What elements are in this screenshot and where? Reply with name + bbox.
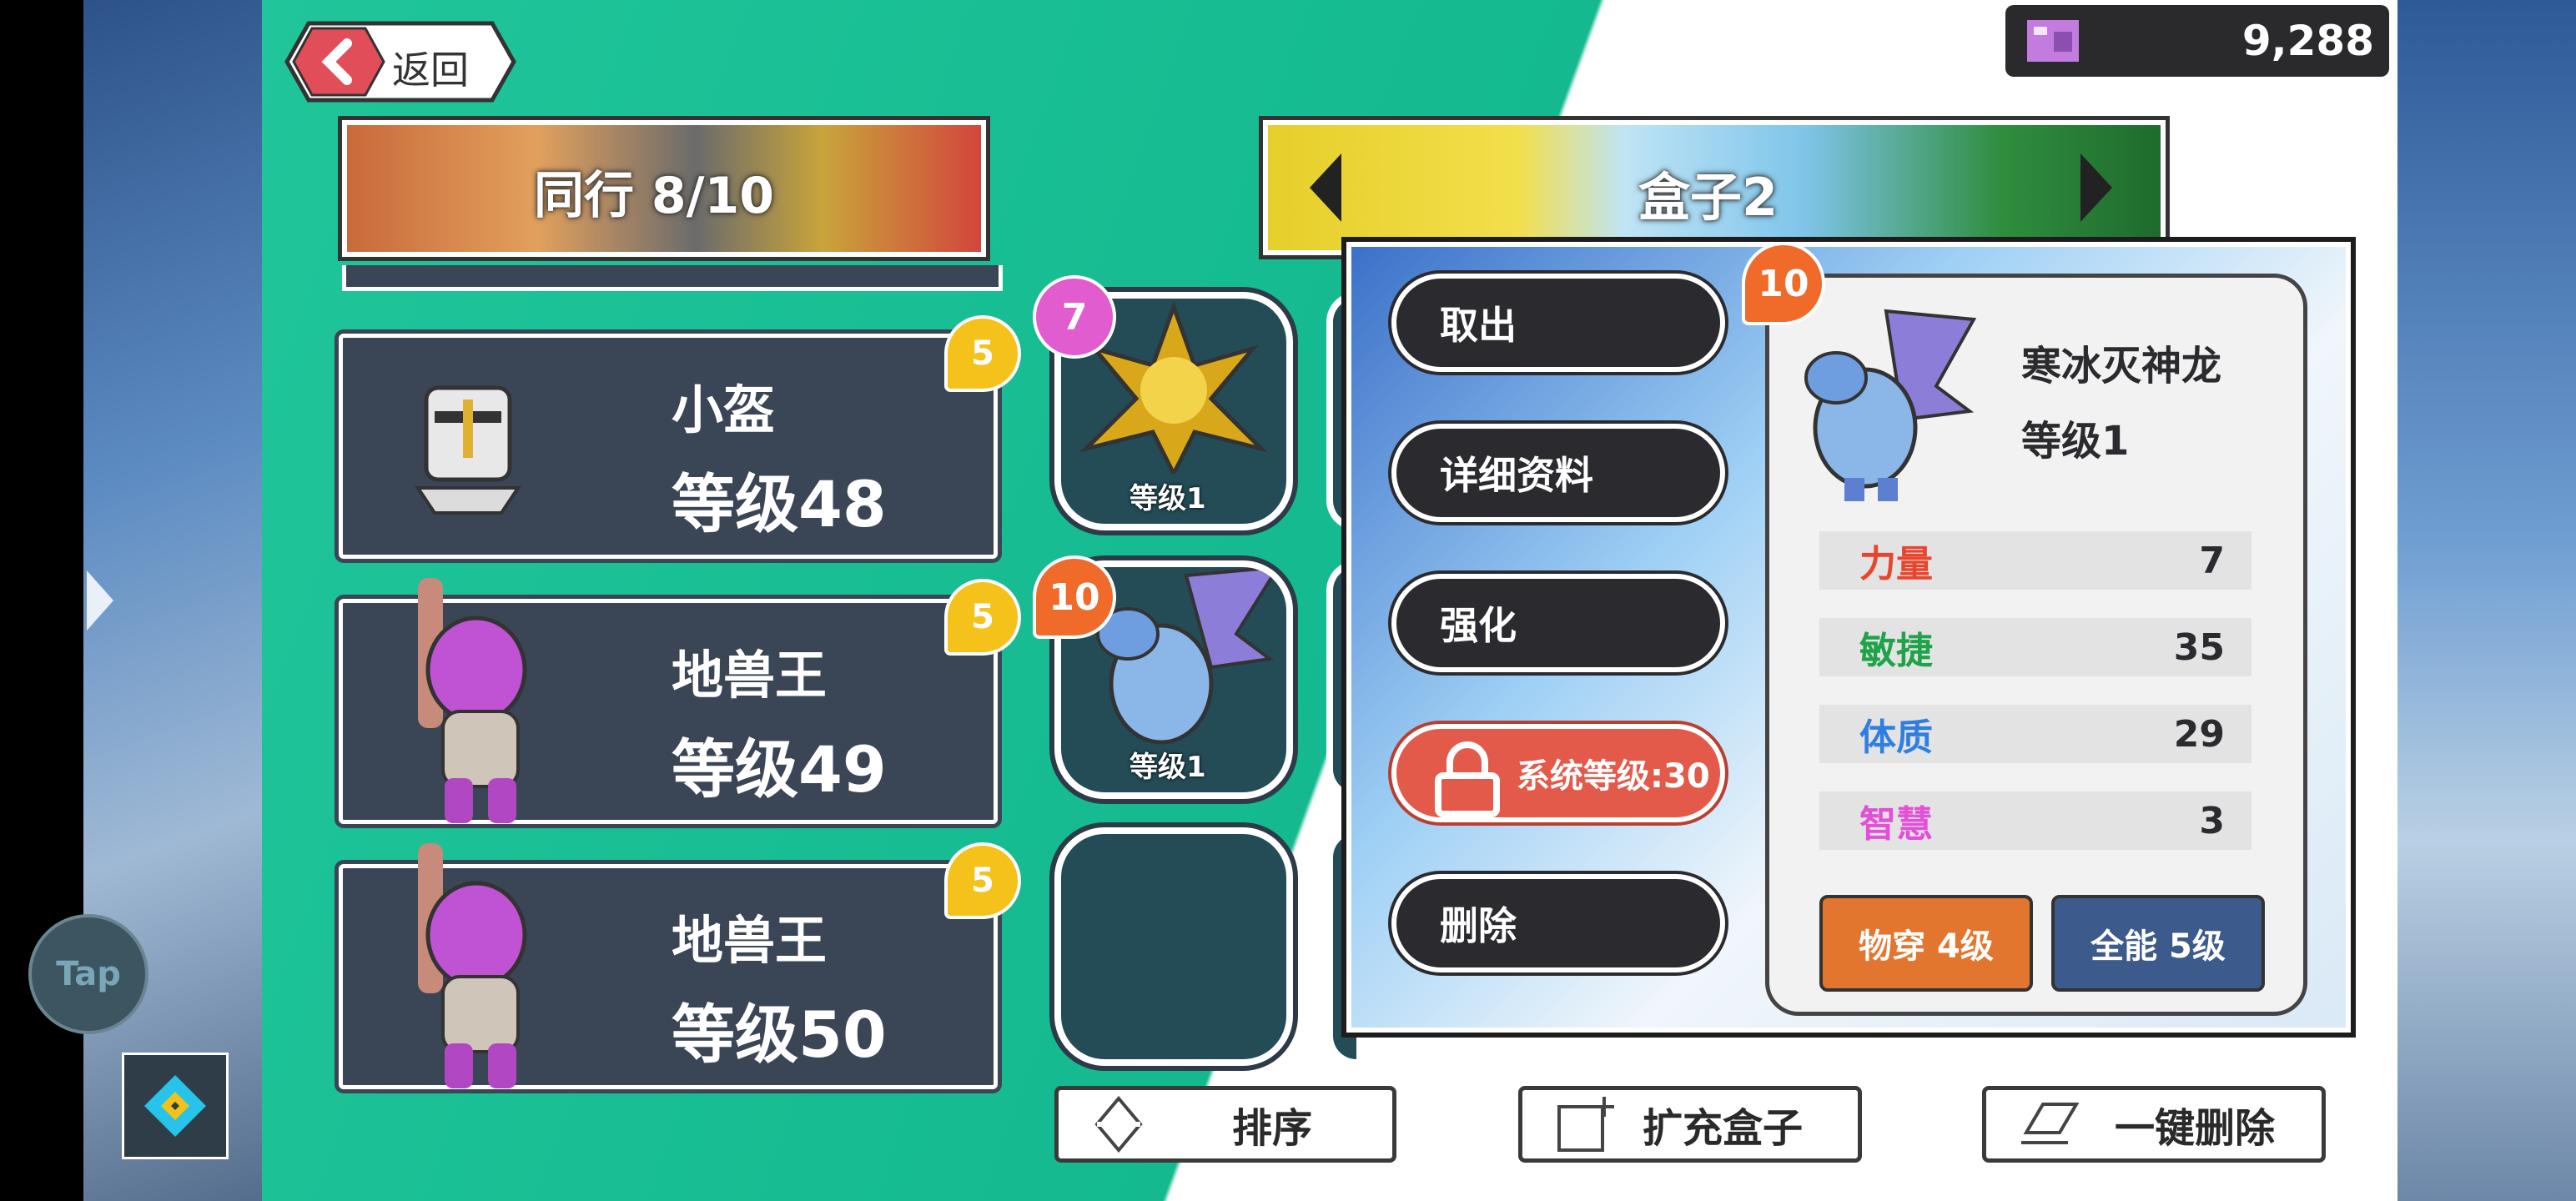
box-next-arrow-icon[interactable] [2075,150,2117,225]
party-list-top-edge [342,265,1003,291]
expand-box-label: 扩充盒子 [1643,1105,1804,1152]
sort-label: 排序 [1232,1105,1313,1152]
take-out-button[interactable]: 取出 [1391,274,1725,372]
party-name: 地兽王 [672,910,828,971]
slot-level: 等级1 [1130,482,1206,515]
skill-label: 全能 5级 [2090,927,2226,966]
right-backdrop [2397,0,2576,1201]
ice-dragon-portrait-icon [1786,294,1978,503]
party-card[interactable]: 地兽王 等级50 [339,843,998,1089]
stat-label: 力量 [1859,543,1933,585]
stat-value: 35 [2173,626,2225,669]
party-banner: 同行 8/10 [342,120,986,257]
add-box-icon [1556,1095,1614,1153]
skill-badge-pierce[interactable]: 物穿 4级 [1819,895,2033,992]
enhance-label: 强化 [1440,603,1517,648]
monster-detail-card: 寒冰灭神龙 等级1 力量 7 敏捷 35 体质 29 智慧 3 物穿 4级 全能… [1765,274,2307,1016]
stat-strength: 力量 7 [1819,531,2251,590]
slot-level: 等级1 [1130,751,1206,784]
lock-icon [1431,739,1503,817]
earth-beast-king-icon [401,578,535,828]
box-banner: 盒子2 [1263,120,2166,255]
eraser-icon [2018,1099,2085,1149]
stat-value: 29 [2173,712,2225,756]
currency-counter: 9,288 [2005,5,2389,77]
stat-value: 3 [2199,799,2225,842]
rarity-badge: 10 [1033,555,1116,639]
skill-badge-allround[interactable]: 全能 5级 [2051,895,2265,992]
party-level: 等级50 [672,997,887,1072]
party-name: 地兽王 [672,645,828,706]
currency-value: 9,288 [2241,17,2374,65]
delete-label: 删除 [1440,903,1517,948]
app-diamond-icon[interactable] [122,1053,229,1159]
monster-name: 寒冰灭神龙 [2021,343,2222,389]
stat-agility: 敏捷 35 [1819,618,2251,676]
box-slot-empty[interactable] [1054,827,1293,1066]
party-card[interactable]: 小盔 等级48 [339,334,998,559]
rarity-badge: 5 [944,315,1021,392]
party-level: 等级48 [672,467,887,541]
box-prev-arrow-icon[interactable] [1305,150,1346,225]
party-card[interactable]: 地兽王 等级49 [339,578,998,824]
rarity-badge: 5 [944,842,1021,919]
helmet-monster-icon [410,379,526,521]
delete-button[interactable]: 删除 [1391,874,1725,972]
expand-box-button[interactable]: 扩充盒子 [1518,1086,1862,1163]
currency-icon [2024,15,2082,67]
sort-icon [1094,1095,1144,1153]
back-arrow-icon [292,25,385,98]
party-banner-label: 同行 8/10 [534,167,775,225]
party-level: 等级49 [672,732,887,807]
stat-label: 体质 [1859,716,1933,759]
action-panel: 取出 详细资料 强化 系统等级:30 删除 寒冰灭神龙 等级1 力量 7 敏捷 … [1341,237,2356,1038]
tap-button[interactable]: Tap [28,914,148,1034]
back-button[interactable]: 返回 [284,20,517,103]
details-label: 详细资料 [1440,453,1593,498]
enhance-button[interactable]: 强化 [1391,574,1725,672]
details-button[interactable]: 详细资料 [1391,424,1725,522]
box-banner-label: 盒子2 [1638,167,1779,228]
game-scene: 返回 同行 8/10 小盔 等级48 5 地兽王 等级49 5 地兽王 等级50… [262,0,2397,1201]
sort-button[interactable]: 排序 [1054,1086,1396,1163]
locked-button[interactable]: 系统等级:30 [1391,724,1725,822]
bulk-delete-label: 一键删除 [2115,1105,2276,1152]
stat-constitution: 体质 29 [1819,705,2251,763]
back-label: 返回 [392,48,469,93]
stat-label: 敏捷 [1859,630,1933,672]
bulk-delete-button[interactable]: 一键删除 [1982,1086,2326,1163]
tap-label: Tap [56,955,121,993]
rarity-badge: 10 [1742,242,1825,325]
party-name: 小盔 [672,379,776,440]
side-expand-arrow-icon[interactable] [83,567,117,634]
rarity-badge: 7 [1033,275,1116,359]
stat-value: 7 [2199,539,2225,582]
monster-level: 等级1 [2021,418,2130,465]
skill-label: 物穿 4级 [1859,927,1994,966]
take-out-label: 取出 [1440,303,1517,348]
earth-beast-king-icon [401,843,535,1093]
locked-label: 系统等级:30 [1517,757,1710,796]
rarity-badge: 5 [944,579,1021,656]
stat-label: 智慧 [1859,803,1933,846]
stat-wisdom: 智慧 3 [1819,791,2251,850]
